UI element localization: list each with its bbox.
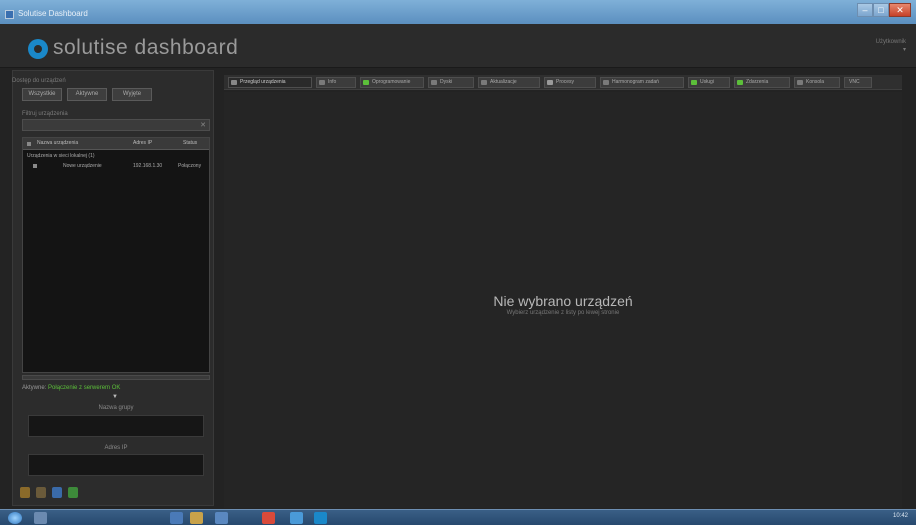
start-button[interactable] <box>8 512 22 524</box>
tab-info[interactable]: Info <box>316 77 356 88</box>
app-name: solutise dashboard <box>53 36 239 59</box>
group-name-label: Nazwa grupy <box>98 405 134 411</box>
user-name: Użytkownik <box>875 39 906 45</box>
device-status: Połączony <box>178 163 202 169</box>
console-icon <box>797 80 803 85</box>
connection-status: Aktywne: Połączenie z serwerem OK <box>22 385 120 391</box>
group-label: Urządzenia w sieci lokalnej (1) <box>27 153 95 159</box>
chrome-icon[interactable] <box>262 512 275 524</box>
tab-overview[interactable]: Przegląd urządzenia <box>228 77 312 88</box>
filter-all-button[interactable]: Wszystkie <box>22 88 62 101</box>
tab-events[interactable]: Zdarzenia <box>734 77 790 88</box>
media-icon[interactable] <box>215 512 228 524</box>
list-horizontal-scrollbar[interactable] <box>22 375 210 380</box>
column-ip[interactable]: Adres IP <box>133 140 152 146</box>
tab-software[interactable]: Oprogramowanie <box>360 77 424 88</box>
tab-label: Dyski <box>440 79 453 85</box>
tab-label: VNC <box>849 79 860 85</box>
empty-state-title: Nie wybrano urządzeń <box>493 293 633 309</box>
user-icon[interactable] <box>52 487 62 498</box>
maximize-button[interactable]: □ <box>873 3 889 17</box>
tab-label: Konsola <box>806 79 825 85</box>
calendar-icon <box>603 80 609 85</box>
events-icon <box>737 80 743 85</box>
app-window-icon <box>5 10 14 19</box>
settings-icon[interactable] <box>36 487 46 498</box>
update-icon <box>481 80 487 85</box>
device-tabs: Przegląd urządzenia Info Oprogramowanie … <box>224 75 902 90</box>
filter-active-button[interactable]: Aktywne <box>67 88 107 101</box>
tab-label: Przegląd urządzenia <box>240 79 286 85</box>
refresh-icon[interactable] <box>68 487 78 498</box>
tab-label: Info <box>328 79 337 85</box>
select-all-checkbox[interactable] <box>27 142 31 146</box>
window-titlebar[interactable]: Solutise Dashboard – □ ✕ <box>0 0 916 24</box>
device-checkbox[interactable] <box>33 164 37 168</box>
device-name: Nowe urządzenie <box>63 163 102 169</box>
browser-icon[interactable] <box>170 512 183 524</box>
close-button[interactable]: ✕ <box>889 3 911 17</box>
os-taskbar: 10:42 <box>0 509 916 525</box>
panel-actions <box>20 487 78 499</box>
tab-scheduler[interactable]: Harmonogram zadań <box>600 77 684 88</box>
list-item[interactable]: Nowe urządzenie 192.168.1.30 Połączony <box>23 162 209 171</box>
device-ip: 192.168.1.30 <box>133 163 163 169</box>
group-name-field[interactable] <box>28 415 204 437</box>
tab-processes[interactable]: Procesy <box>544 77 596 88</box>
tab-disks[interactable]: Dyski <box>428 77 474 88</box>
software-icon <box>363 80 369 85</box>
column-status[interactable]: Status <box>183 140 197 146</box>
tab-label: Harmonogram zadań <box>612 79 659 85</box>
expand-icon[interactable]: ▼ <box>112 394 118 400</box>
app-icon[interactable] <box>290 512 303 524</box>
tab-vnc[interactable]: VNC <box>844 77 872 88</box>
device-search-input[interactable]: ✕ <box>22 119 210 131</box>
window-title: Solutise Dashboard <box>18 9 88 18</box>
device-access-label: Dostęp do urządzeń <box>12 78 66 84</box>
device-list-header: Nazwa urządzenia Adres IP Status <box>23 138 209 150</box>
info-icon <box>319 80 325 85</box>
folder-icon[interactable] <box>20 487 30 498</box>
status-label: Aktywne: <box>22 385 47 391</box>
tab-services[interactable]: Usługi <box>688 77 730 88</box>
logo-icon <box>28 39 48 59</box>
user-menu[interactable]: Użytkownik ▾ <box>870 38 906 54</box>
tab-label: Procesy <box>556 79 575 85</box>
services-icon <box>691 80 697 85</box>
overview-icon <box>231 80 237 85</box>
chevron-down-icon: ▾ <box>902 47 906 53</box>
explorer-icon[interactable] <box>34 512 47 524</box>
system-clock: 10:42 <box>892 513 908 519</box>
tab-label: Usługi <box>700 79 714 85</box>
filter-removed-button[interactable]: Wyjęte <box>112 88 152 101</box>
ip-address-label: Adres IP <box>104 445 128 451</box>
ip-address-field[interactable] <box>28 454 204 476</box>
filter-label: Filtruj urządzenia <box>22 111 68 117</box>
list-group-row[interactable]: Urządzenia w sieci lokalnej (1) <box>23 152 209 161</box>
minimize-button[interactable]: – <box>857 3 873 17</box>
dashboard-taskbar-icon[interactable] <box>314 512 327 524</box>
disk-icon <box>431 80 437 85</box>
clear-icon[interactable]: ✕ <box>200 121 206 129</box>
process-icon <box>547 80 553 85</box>
mail-icon[interactable] <box>190 512 203 524</box>
main-content: Nie wybrano urządzeń Wybierz urządzenie … <box>224 92 902 508</box>
tab-label: Oprogramowanie <box>372 79 411 85</box>
status-value: Połączenie z serwerem OK <box>48 385 121 391</box>
tab-updates[interactable]: Aktualizacje <box>478 77 540 88</box>
tab-label: Aktualizacje <box>490 79 517 85</box>
tab-label: Zdarzenia <box>746 79 769 85</box>
device-list: Nazwa urządzenia Adres IP Status Urządze… <box>22 137 210 373</box>
window-controls: – □ ✕ <box>857 3 911 17</box>
column-name[interactable]: Nazwa urządzenia <box>37 140 78 146</box>
app-header: solutise dashboard Użytkownik ▾ <box>0 24 916 68</box>
screen: Solutise Dashboard – □ ✕ solutise dashbo… <box>0 0 916 525</box>
empty-state-subtitle: Wybierz urządzenie z listy po lewej stro… <box>506 310 620 316</box>
tab-console[interactable]: Konsola <box>794 77 840 88</box>
